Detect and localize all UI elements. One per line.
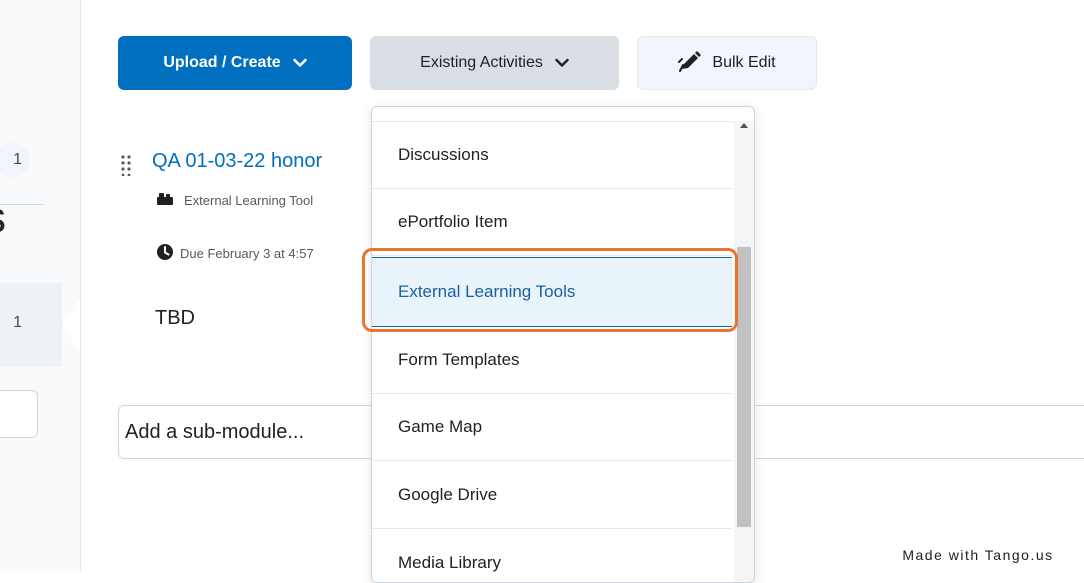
topic-description: TBD: [155, 307, 195, 329]
menu-item-eportfolio-item[interactable]: ePortfolio Item: [372, 189, 732, 256]
left-panel-partial-text: s: [0, 188, 14, 248]
drag-handle-icon[interactable]: [121, 154, 131, 177]
menu-item-media-library[interactable]: Media Library: [372, 530, 732, 582]
topic-type-label: External Learning Tool: [184, 193, 314, 208]
add-submodule-placeholder: Add a sub-module...: [125, 421, 304, 443]
upload-create-button[interactable]: Upload / Create: [118, 36, 352, 90]
tango-watermark: Made with Tango.us: [872, 539, 1084, 571]
menu-scrollbar-thumb[interactable]: [737, 247, 751, 527]
existing-activities-label: Existing Activities: [420, 54, 543, 71]
topic-title-link[interactable]: QA 01-03-22 honor: [152, 150, 322, 173]
chevron-down-icon: [292, 58, 307, 68]
menu-item-label: Discussions: [398, 145, 489, 164]
upload-create-label: Upload / Create: [163, 54, 281, 71]
clock-icon: [156, 243, 174, 264]
chevron-down-icon: [555, 58, 569, 68]
module-count-badge: 1: [0, 143, 30, 177]
selected-module-pointer: [62, 297, 80, 353]
menu-item-label: Game Map: [398, 417, 483, 436]
bulk-edit-button[interactable]: Bulk Edit: [637, 36, 817, 90]
scroll-up-arrow-icon[interactable]: [740, 123, 748, 128]
existing-activities-button[interactable]: Existing Activities: [370, 36, 619, 90]
menu-item-label: Media Library: [398, 553, 501, 572]
left-panel-input[interactable]: [0, 390, 38, 438]
menu-item-game-map[interactable]: Game Map: [372, 394, 732, 461]
due-date-row: Due February 3 at 4:57: [156, 243, 314, 264]
menu-item-discussions[interactable]: Discussions: [372, 122, 732, 189]
menu-item-google-drive[interactable]: Google Drive: [372, 462, 732, 529]
left-panel: 1 s 1: [0, 0, 81, 571]
menu-item-form-templates[interactable]: Form Templates: [372, 327, 732, 394]
bulk-edit-label: Bulk Edit: [712, 54, 776, 71]
menu-item-label: Form Templates: [398, 350, 520, 369]
menu-item-label: ePortfolio Item: [398, 212, 508, 231]
pencil-edit-icon: [678, 50, 702, 77]
highlight-ring: [362, 248, 738, 332]
existing-activities-menu: Discussions ePortfolio Item External Lea…: [371, 106, 755, 583]
puzzle-tool-icon: [156, 192, 174, 209]
topic-type-row: External Learning Tool: [156, 192, 313, 209]
left-panel-divider: [0, 204, 44, 205]
menu-item-label: Google Drive: [398, 485, 498, 504]
due-date-label: Due February 3 at 4:57: [180, 246, 314, 261]
menu-top-edge: [372, 107, 754, 122]
